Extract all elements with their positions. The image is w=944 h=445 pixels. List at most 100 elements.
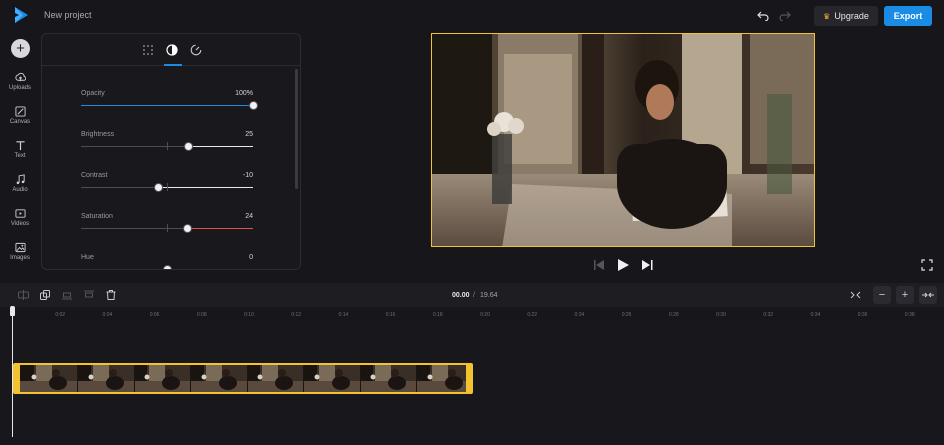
sidebar-item-text[interactable]: Text	[0, 140, 40, 168]
skip-back-button[interactable]	[592, 258, 606, 272]
adjustment-panel: Opacity 100% Brightness 25 Contrast -10 Satura…	[41, 33, 301, 270]
slider-track[interactable]	[81, 269, 253, 270]
slider-brightness[interactable]: Brightness 25	[81, 131, 253, 161]
collapse-arrows-icon	[850, 291, 860, 299]
panel-tabs	[42, 34, 300, 66]
sidebar-item-label: Canvas	[9, 119, 31, 125]
ruler-label: 0:02	[55, 312, 66, 318]
clip-thumbnail	[133, 365, 191, 392]
sidebar-item-label: Videos	[10, 221, 30, 227]
tab-speed[interactable]	[189, 43, 203, 57]
split-icon	[17, 290, 29, 300]
ruler-label: 0:06	[149, 312, 160, 318]
fullscreen-button[interactable]	[921, 258, 935, 272]
clip-trim-handle-right[interactable]	[466, 365, 471, 392]
slider-opacity[interactable]: Opacity 100%	[81, 90, 258, 120]
video-frame-image	[432, 34, 814, 246]
tab-layout[interactable]	[141, 43, 155, 57]
slider-fill	[187, 228, 253, 229]
redo-icon[interactable]	[776, 7, 794, 25]
sidebar-item-images[interactable]: Images	[0, 242, 40, 270]
slider-knob[interactable]	[162, 265, 172, 269]
ruler-label: 0:38	[904, 312, 915, 318]
upgrade-button[interactable]: ♛ Upgrade	[814, 6, 878, 26]
ruler-label: 0:18	[432, 312, 443, 318]
slider-hue[interactable]: Hue 0	[81, 254, 253, 270]
undo-icon[interactable]	[754, 7, 772, 25]
clip-thumbnail	[189, 365, 248, 392]
app-logo-icon[interactable]	[12, 6, 30, 24]
slider-center-tick	[167, 224, 168, 232]
playhead[interactable]	[12, 307, 13, 437]
canvas-icon	[14, 106, 26, 117]
panel-scrollbar[interactable]	[295, 69, 298, 189]
align-top-button[interactable]	[82, 288, 96, 302]
sidebar-item-videos[interactable]: Videos	[0, 208, 40, 236]
zoom-in-button[interactable]: +	[896, 286, 914, 304]
sidebar-item-audio[interactable]: Audio	[0, 174, 40, 202]
time-separator: /	[473, 292, 475, 299]
video-clip[interactable]	[13, 363, 473, 394]
clip-trim-handle-left[interactable]	[15, 365, 20, 392]
slider-knob[interactable]	[183, 224, 193, 233]
slider-value: 100%	[235, 90, 253, 97]
compress-arrows-icon	[922, 292, 934, 298]
duplicate-button[interactable]	[38, 288, 52, 302]
playhead-handle[interactable]	[10, 306, 15, 316]
skip-forward-button[interactable]	[640, 258, 654, 272]
duplicate-icon	[40, 290, 50, 300]
ruler-label: 0:12	[291, 312, 302, 318]
speed-icon	[190, 44, 202, 56]
fit-timeline-button[interactable]	[848, 288, 862, 302]
sidebar-item-uploads[interactable]: Uploads	[0, 72, 40, 100]
zoom-out-button[interactable]: −	[873, 286, 891, 304]
fullscreen-icon	[921, 259, 933, 271]
cloud-upload-icon	[14, 72, 26, 82]
ruler-label: 0:10	[244, 312, 254, 318]
play-icon	[617, 259, 629, 271]
music-note-icon	[16, 174, 25, 185]
slider-knob[interactable]	[184, 142, 193, 151]
slider-contrast[interactable]: Contrast -10	[81, 172, 253, 202]
editor-app: New project ♛ Upgrade Export + Uploads C…	[0, 0, 944, 445]
sidebar-item-canvas[interactable]: Canvas	[0, 106, 40, 134]
export-button[interactable]: Export	[884, 6, 932, 26]
skip-forward-icon	[641, 260, 652, 270]
slider-saturation[interactable]: Saturation 24	[81, 213, 253, 243]
slider-label: Brightness	[81, 131, 115, 138]
project-title[interactable]: New project	[44, 10, 92, 20]
split-button[interactable]	[16, 288, 30, 302]
align-bottom-button[interactable]	[60, 288, 74, 302]
zoom-fit-button[interactable]	[919, 286, 937, 304]
add-media-button[interactable]: +	[11, 39, 30, 58]
upgrade-label: Upgrade	[834, 11, 869, 21]
image-icon	[14, 242, 26, 253]
tab-adjust[interactable]	[165, 43, 179, 57]
slider-fill	[188, 146, 253, 147]
clip-thumbnail	[302, 365, 361, 392]
timeline-ruler[interactable]: 00:020:040:060:080:100:120:140:160:180:2…	[0, 308, 944, 322]
slider-knob[interactable]	[248, 101, 258, 110]
play-button[interactable]	[616, 258, 630, 272]
ruler-label: 0:16	[385, 312, 396, 318]
slider-value: 25	[245, 131, 253, 138]
clip-thumbnail	[246, 365, 304, 392]
ruler-label: 0:08	[196, 312, 207, 318]
slider-track[interactable]	[81, 105, 253, 106]
minus-icon: −	[878, 289, 886, 301]
clip-thumbnail	[415, 365, 471, 392]
slider-knob[interactable]	[153, 183, 163, 192]
slider-value-number: 24	[245, 213, 253, 220]
delete-button[interactable]	[104, 288, 118, 302]
slider-value: -10	[243, 172, 253, 179]
align-bottom-icon	[62, 292, 72, 300]
slider-value: 24	[245, 213, 253, 220]
ruler-label: 0:28	[668, 312, 679, 318]
slider-value-number: 0	[249, 254, 253, 261]
clip-thumbnail	[20, 365, 78, 392]
align-top-icon	[84, 290, 94, 298]
video-preview[interactable]	[431, 33, 815, 247]
slider-label: Opacity	[81, 90, 105, 97]
slider-label: Hue	[81, 254, 94, 261]
contrast-icon	[166, 44, 178, 56]
